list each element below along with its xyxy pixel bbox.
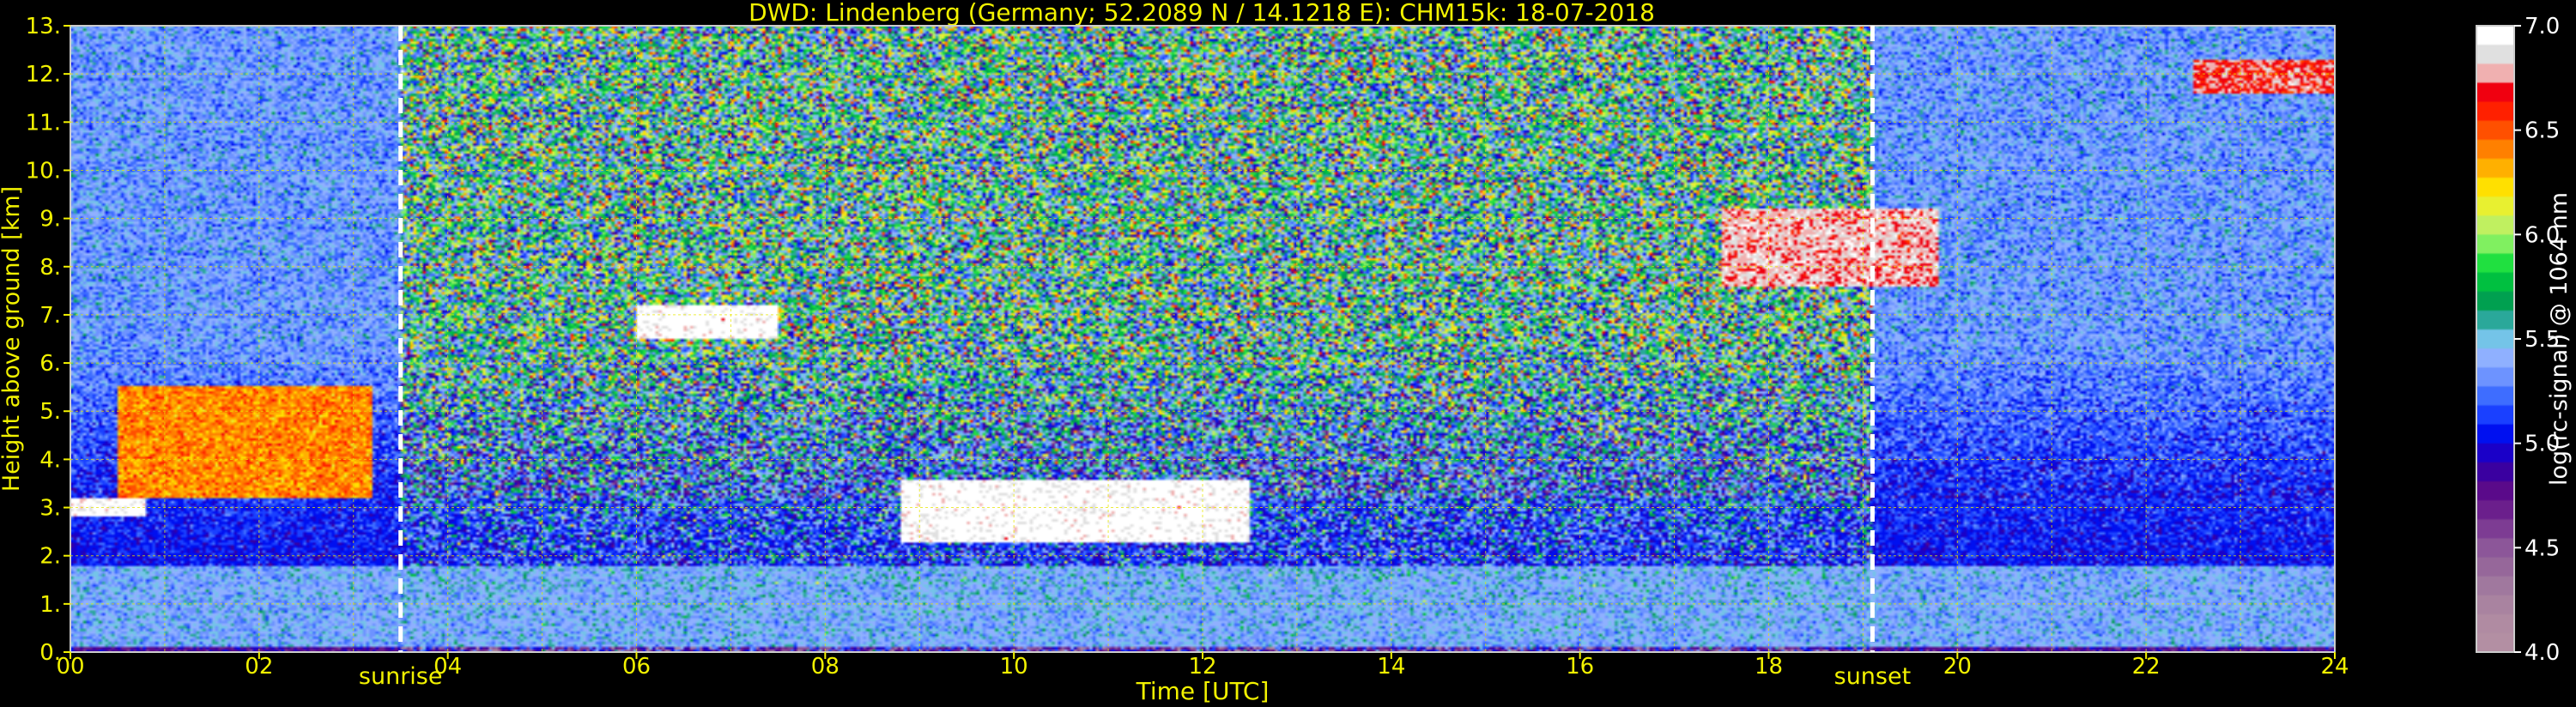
y-tick-label: 13. xyxy=(26,14,61,39)
y-tick-label: 1. xyxy=(39,592,61,618)
x-tick-label: 10 xyxy=(1000,654,1028,680)
plot-area xyxy=(70,25,2336,653)
x-tick-label: 02 xyxy=(245,654,273,680)
colorbar-tick-label: 4.5 xyxy=(2524,535,2560,561)
y-tick-label: 2. xyxy=(39,544,61,570)
y-tick-label: 7. xyxy=(39,303,61,329)
sunrise-label: sunrise xyxy=(359,663,443,690)
x-tick-label: 12 xyxy=(1188,654,1216,680)
y-tick-label: 3. xyxy=(39,496,61,522)
y-tick-label: 6. xyxy=(39,351,61,377)
x-axis-label: Time [UTC] xyxy=(1136,677,1270,705)
y-tick-label: 4. xyxy=(39,447,61,473)
x-tick-label: 16 xyxy=(1566,654,1594,680)
y-tick-label: 12. xyxy=(26,62,61,88)
colorbar-tick-label: 6.5 xyxy=(2524,118,2560,144)
x-tick-label: 06 xyxy=(622,654,651,680)
x-tick-label: 14 xyxy=(1377,654,1405,680)
y-tick-label: 5. xyxy=(39,399,61,425)
x-tick-label: 18 xyxy=(1755,654,1783,680)
x-tick-label: 22 xyxy=(2132,654,2161,680)
colorbar-scale xyxy=(2476,26,2514,652)
chart-title: DWD: Lindenberg (Germany; 52.2089 N / 14… xyxy=(749,0,1655,27)
x-tick-label: 24 xyxy=(2320,654,2349,680)
x-tick-label: 20 xyxy=(1943,654,1972,680)
y-tick-label: 9. xyxy=(39,207,61,233)
x-tick-label: 00 xyxy=(56,654,84,680)
y-tick-label: 11. xyxy=(26,110,61,136)
colorbar-label: log(rc-signal) @ 1064 nm xyxy=(2546,192,2573,486)
colorbar-tick-label: 7.0 xyxy=(2524,14,2560,39)
lidar-chart: DWD: Lindenberg (Germany; 52.2089 N / 14… xyxy=(0,0,2576,707)
x-tick-label: 08 xyxy=(811,654,839,680)
y-tick-label: 10. xyxy=(26,158,61,184)
colorbar-tick-label: 4.0 xyxy=(2524,640,2560,666)
sunset-label: sunset xyxy=(1834,663,1912,690)
y-tick-label: 8. xyxy=(39,255,61,281)
y-axis-label: Height above ground [km] xyxy=(0,186,25,492)
